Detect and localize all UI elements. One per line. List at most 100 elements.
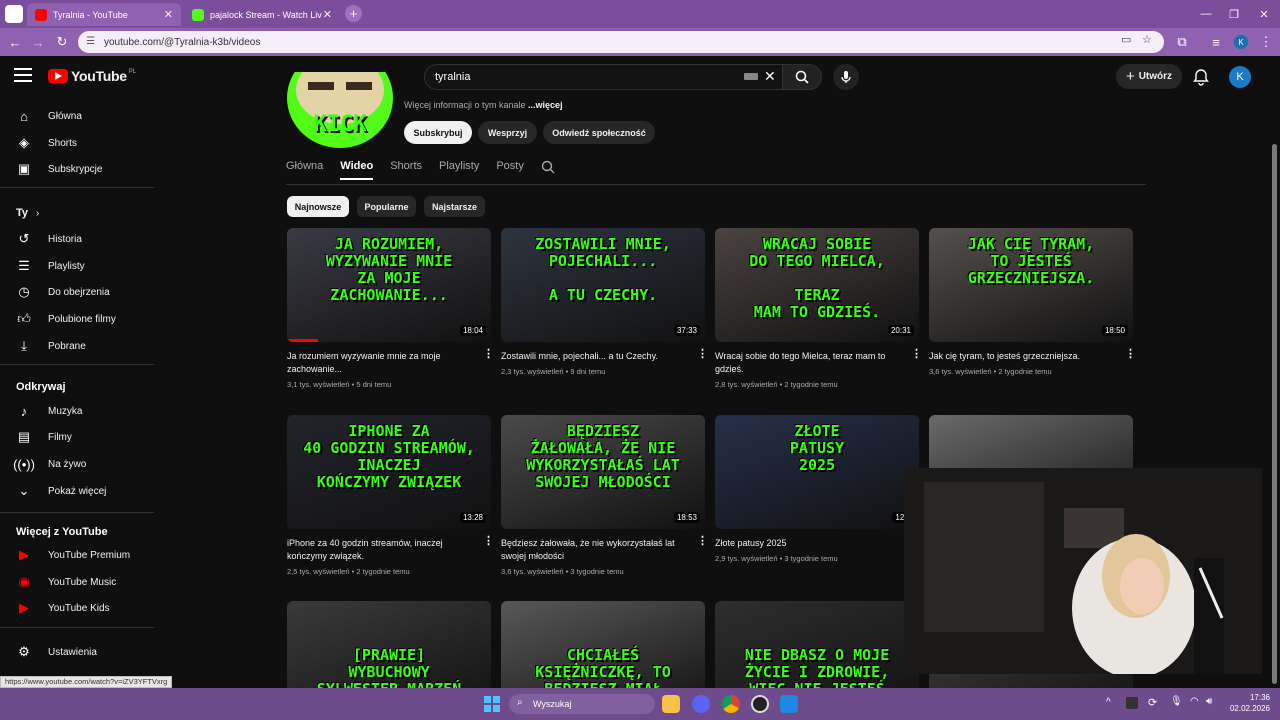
tab-home[interactable]: Główna <box>286 160 323 180</box>
video-title[interactable]: Zostawili mnie, pojechali... a tu Czechy… <box>501 350 681 363</box>
browser-tab-kick[interactable]: pajalock Stream - Watch Live o ✕ <box>184 3 340 26</box>
file-explorer-icon[interactable] <box>662 695 680 713</box>
video-card[interactable]: IPHONE ZA 40 GODZIN STREAMÓW, INACZEJ KO… <box>287 415 494 576</box>
subscribe-button[interactable]: Subskrybuj <box>404 121 472 144</box>
sidebar-item-home[interactable]: ⌂ Główna <box>0 103 156 129</box>
account-avatar[interactable]: K <box>1229 66 1251 88</box>
clear-search-icon[interactable]: ✕ <box>764 68 776 85</box>
channel-search-icon[interactable] <box>541 160 555 180</box>
video-card[interactable]: JA ROZUMIEM, WYZYWANIE MNIE ZA MOJE ZACH… <box>287 228 494 389</box>
video-title[interactable]: Ja rozumiem wyzywanie mnie za moje zacho… <box>287 350 467 376</box>
visit-community-button[interactable]: Odwiedź społeczność <box>543 121 655 144</box>
video-thumbnail[interactable]: JAK CIĘ TYRAM, TO JESTEŚ GRZECZNIEJSZA. 1… <box>929 228 1133 342</box>
more-menu-icon[interactable]: ⋮ <box>1256 32 1276 52</box>
sidebar-item-history[interactable]: ↺ Historia <box>0 226 156 252</box>
new-tab-button[interactable]: + <box>345 5 362 22</box>
channel-avatar[interactable]: KICK <box>286 72 394 148</box>
extensions-icon[interactable]: ⧉ <box>1172 32 1192 52</box>
video-thumbnail[interactable]: JA ROZUMIEM, WYZYWANIE MNIE ZA MOJE ZACH… <box>287 228 491 342</box>
browser-menu-icon[interactable] <box>5 5 23 23</box>
forward-icon[interactable]: → <box>28 32 48 52</box>
search-input[interactable]: tyralnia <box>424 64 782 90</box>
tab-playlists[interactable]: Playlisty <box>439 160 479 180</box>
video-thumbnail[interactable]: IPHONE ZA 40 GODZIN STREAMÓW, INACZEJ KO… <box>287 415 491 529</box>
install-icon[interactable]: ▭ <box>1121 33 1131 46</box>
sidebar-item-downloads[interactable]: ⤓ Pobrane <box>0 333 156 359</box>
more-actions-icon[interactable]: ⋮ <box>697 536 708 547</box>
wifi-icon[interactable]: ◠ <box>1190 696 1199 707</box>
sidebar-item-settings[interactable]: ⚙ Ustawienia <box>0 639 156 665</box>
sidebar-item-yt-premium[interactable]: ▶ YouTube Premium <box>0 542 156 568</box>
sidebar-item-yt-kids[interactable]: ▶ YouTube Kids <box>0 595 156 621</box>
sidebar-item-show-more[interactable]: ⌄ Pokaż więcej <box>0 478 156 504</box>
youtube-logo[interactable]: YouTube PL <box>48 68 136 84</box>
video-card[interactable]: ZOSTAWILI MNIE, POJECHALI... A TU CZECHY… <box>501 228 708 376</box>
tab-shorts[interactable]: Shorts <box>390 160 422 180</box>
sidebar-item-yt-music[interactable]: ◉ YouTube Music <box>0 569 156 595</box>
hamburger-menu-icon[interactable] <box>14 68 32 82</box>
video-title[interactable]: Będziesz żałowała, że nie wykorzystałaś … <box>501 537 681 563</box>
video-thumbnail[interactable]: ZOSTAWILI MNIE, POJECHALI... A TU CZECHY… <box>501 228 705 342</box>
sidebar-you-header[interactable]: Ty › <box>0 200 156 226</box>
sidebar-item-live[interactable]: ((•)) Na żywo <box>0 451 156 477</box>
sidebar-item-playlists[interactable]: ☰ Playlisty <box>0 253 156 279</box>
notifications-bell-icon[interactable] <box>1192 68 1210 86</box>
video-card[interactable]: JAK CIĘ TYRAM, TO JESTEŚ GRZECZNIEJSZA. 1… <box>929 228 1136 376</box>
reload-icon[interactable]: ↻ <box>52 32 72 52</box>
chrome-icon[interactable] <box>722 695 740 713</box>
video-thumbnail[interactable]: BĘDZIESZ ŻAŁOWAŁA, ŻE NIE WYKORZYSTAŁAŚ … <box>501 415 705 529</box>
video-thumbnail[interactable]: ZŁOTE PATUSY 202512:4 <box>715 415 919 529</box>
chip-newest[interactable]: Najnowsze <box>287 196 349 217</box>
reading-list-icon[interactable]: ≡ <box>1206 32 1226 52</box>
sync-icon[interactable]: ⟳ <box>1148 696 1157 709</box>
site-info-icon[interactable]: ☰ <box>86 36 95 47</box>
app-icon[interactable] <box>780 695 798 713</box>
more-link[interactable]: ...więcej <box>528 100 563 110</box>
address-bar[interactable]: ☰ youtube.com/@Tyralnia-k3b/videos <box>78 31 1164 53</box>
windows-start-icon[interactable] <box>484 696 500 712</box>
sidebar-item-films[interactable]: ▤ Filmy <box>0 424 156 450</box>
chip-oldest[interactable]: Najstarsze <box>424 196 485 217</box>
browser-tab-youtube[interactable]: Tyralnia - YouTube ✕ <box>27 3 181 26</box>
tab-posts[interactable]: Posty <box>496 160 524 180</box>
close-tab-icon[interactable]: ✕ <box>164 8 173 21</box>
more-actions-icon[interactable]: ⋮ <box>483 536 494 547</box>
back-icon[interactable]: ← <box>5 32 25 52</box>
sidebar-item-watch-later[interactable]: ◷ Do obejrzenia <box>0 279 156 305</box>
sidebar-item-music[interactable]: ♪ Muzyka <box>0 398 156 424</box>
taskbar-search[interactable]: ⌕ Wyszukaj <box>509 694 655 714</box>
video-title[interactable]: Złote patusy 2025 <box>715 537 895 550</box>
video-card[interactable]: ZŁOTE PATUSY 202512:4 Złote patusy 2025 2,… <box>715 415 922 563</box>
discord-icon[interactable] <box>692 695 710 713</box>
page-scrollbar[interactable] <box>1270 96 1278 688</box>
video-title[interactable]: Wracaj sobie do tego Mielca, teraz mam t… <box>715 350 895 376</box>
tray-app-icon[interactable] <box>1126 697 1138 709</box>
obs-icon[interactable] <box>751 695 769 713</box>
chip-popular[interactable]: Popularne <box>357 196 416 217</box>
keyboard-icon[interactable] <box>744 73 758 80</box>
video-thumbnail[interactable]: WRACAJ SOBIE DO TEGO MIELCA, TERAZ MAM T… <box>715 228 919 342</box>
video-title[interactable]: iPhone za 40 godzin streamów, inaczej ko… <box>287 537 467 563</box>
taskbar-clock[interactable]: 17:36 02.02.2026 <box>1226 692 1270 714</box>
search-button[interactable] <box>782 64 822 90</box>
more-actions-icon[interactable]: ⋮ <box>1125 349 1136 360</box>
create-button[interactable]: + Utwórz <box>1116 64 1182 89</box>
video-title[interactable]: Jak cię tyram, to jesteś grzeczniejsza. <box>929 350 1109 363</box>
volume-icon[interactable]: 🔊︎ <box>1206 696 1212 707</box>
channel-description[interactable]: Więcej informacji o tym kanale ...więcej <box>404 100 563 110</box>
sidebar-item-liked[interactable]: 👍︎ Polubione filmy <box>0 306 156 332</box>
scrollbar-thumb[interactable] <box>1272 144 1277 684</box>
sidebar-item-shorts[interactable]: ◈ Shorts <box>0 130 156 156</box>
sidebar-item-subscriptions[interactable]: ▣ Subskrypcje <box>0 156 156 182</box>
bookmark-star-icon[interactable]: ☆ <box>1142 33 1152 46</box>
mic-tray-icon[interactable]: 🎙︎ <box>1170 696 1183 707</box>
close-window-button[interactable]: ✕ <box>1244 0 1280 28</box>
video-card[interactable]: WRACAJ SOBIE DO TEGO MIELCA, TERAZ MAM T… <box>715 228 922 389</box>
more-actions-icon[interactable]: ⋮ <box>483 349 494 360</box>
profile-avatar[interactable]: K <box>1234 35 1248 49</box>
tab-videos[interactable]: Wideo <box>340 160 374 180</box>
video-card[interactable]: BĘDZIESZ ŻAŁOWAŁA, ŻE NIE WYKORZYSTAŁAŚ … <box>501 415 708 576</box>
close-tab-icon[interactable]: ✕ <box>323 8 332 21</box>
support-button[interactable]: Wesprzyj <box>478 121 537 144</box>
more-actions-icon[interactable]: ⋮ <box>697 349 708 360</box>
